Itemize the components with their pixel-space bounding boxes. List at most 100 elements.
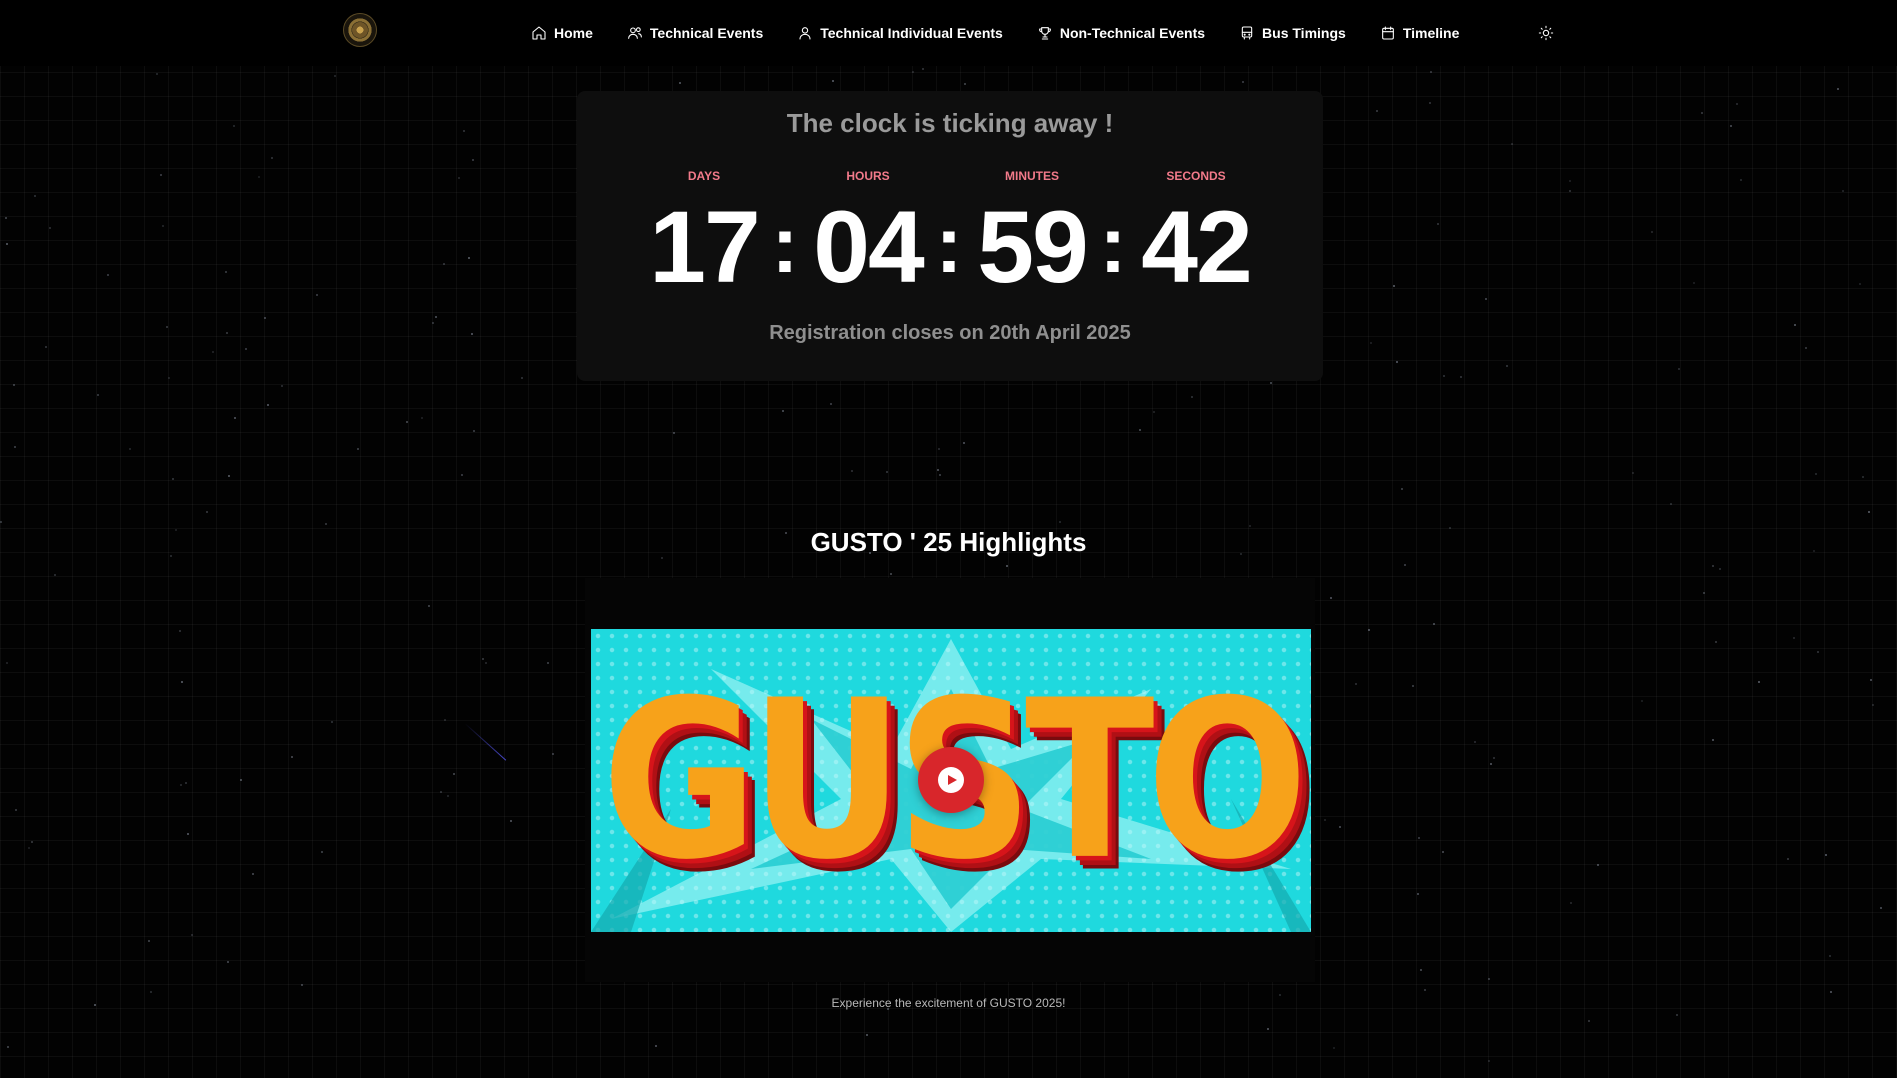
star-dot (0, 521, 2, 523)
nav-item-bus-timings[interactable]: Bus Timings (1239, 25, 1346, 41)
theme-toggle-button[interactable] (1538, 25, 1554, 41)
nav-item-home[interactable]: Home (531, 25, 593, 41)
star-dot (939, 474, 941, 476)
star-dot (245, 348, 247, 350)
star-dot (267, 404, 269, 406)
star-dot (447, 795, 449, 797)
star-dot (440, 791, 442, 793)
star-dot (832, 80, 834, 82)
trophy-icon (1038, 27, 1051, 40)
star-dot (14, 446, 16, 448)
star-dot (325, 523, 327, 525)
nav-item-label: Technical Events (649, 25, 764, 41)
star-dot (15, 809, 17, 811)
star-dot (1460, 376, 1462, 378)
star-dot (1825, 854, 1827, 856)
star-dot (1719, 568, 1721, 570)
star-dot (461, 474, 463, 476)
home-icon (532, 26, 546, 40)
star-dot (301, 984, 303, 986)
star-dot (6, 243, 8, 245)
play-button[interactable] (918, 747, 984, 813)
star-dot (1355, 683, 1357, 685)
separator: : (1099, 200, 1127, 289)
star-dot (547, 662, 549, 664)
star-dot (321, 851, 323, 853)
star-dot (13, 384, 15, 386)
star-dot (510, 820, 512, 822)
play-icon-circle (938, 767, 964, 793)
star-dot (1330, 597, 1332, 599)
users-icon (628, 27, 642, 39)
star-dot (1570, 902, 1572, 904)
star-dot (212, 351, 214, 353)
star-dot (1862, 476, 1864, 478)
star-dot (922, 68, 924, 70)
star-dot (226, 332, 228, 334)
star-dot (1712, 739, 1714, 741)
star-dot (129, 448, 131, 450)
star-dot (435, 316, 437, 318)
star-dot (1712, 565, 1714, 567)
star-dot (1641, 700, 1643, 702)
star-dot (291, 756, 293, 758)
star-dot (1651, 231, 1653, 233)
bus-icon (1241, 26, 1253, 40)
play-icon (948, 775, 957, 785)
star-dot (45, 346, 47, 348)
star-dot (468, 257, 470, 259)
star-dot (1693, 282, 1695, 284)
star-dot (1511, 143, 1513, 145)
separator: : (935, 200, 963, 289)
nav-item-label: Timeline (1402, 25, 1460, 41)
video-thumbnail[interactable]: GUSTO (591, 629, 1311, 932)
nav-links: Home Technical Events Technical Individu… (531, 22, 1459, 44)
nav-item-technical-events[interactable]: Technical Events (627, 25, 763, 41)
star-dot (1418, 837, 1420, 839)
star-dot (206, 511, 208, 513)
nav-item-non-technical-events[interactable]: Non-Technical Events (1037, 25, 1205, 41)
star-dot (938, 448, 940, 450)
star-dot (187, 833, 189, 835)
seconds-label: SECONDS (1166, 169, 1226, 183)
star-dot (782, 410, 784, 412)
star-dot (1442, 851, 1444, 853)
star-dot (1393, 285, 1395, 287)
star-dot (1793, 637, 1795, 639)
star-dot (181, 681, 183, 683)
star-dot (964, 83, 966, 85)
star-dot (1433, 623, 1435, 625)
star-dot (1153, 411, 1155, 413)
star-dot (432, 322, 434, 324)
star-dot (49, 227, 51, 229)
video-caption: Experience the excitement of GUSTO 2025! (831, 996, 1066, 1010)
minutes-value: 59 (977, 190, 1088, 304)
star-dot (234, 417, 236, 419)
star-dot (1730, 125, 1732, 127)
star-dot (6, 662, 8, 664)
star-dot (1670, 503, 1672, 505)
registration-note: Registration closes on 20th April 2025 (769, 322, 1131, 344)
star-dot (655, 1045, 657, 1047)
star-dot (1270, 382, 1272, 384)
emblem-logo[interactable] (343, 13, 377, 47)
hours-value: 04 (813, 190, 924, 304)
star-dot (1787, 858, 1789, 860)
nav-item-timeline[interactable]: Timeline (1380, 25, 1460, 41)
star-dot (453, 773, 455, 775)
star-dot (150, 991, 152, 993)
nav-item-technical-individual-events[interactable]: Technical Individual Events (797, 25, 1003, 41)
star-dot (240, 779, 242, 781)
star-dot (316, 294, 318, 296)
star-dot (233, 125, 235, 127)
star-dot (1490, 763, 1492, 765)
star-dot (1333, 1047, 1335, 1049)
star-dot (1842, 190, 1844, 192)
star-dot (679, 82, 681, 84)
star-dot (1880, 907, 1882, 909)
star-dot (185, 782, 187, 784)
star-dot (7, 1046, 9, 1048)
minutes-label: MINUTES (1005, 169, 1059, 183)
star-dot (162, 225, 164, 227)
star-dot (258, 176, 260, 178)
